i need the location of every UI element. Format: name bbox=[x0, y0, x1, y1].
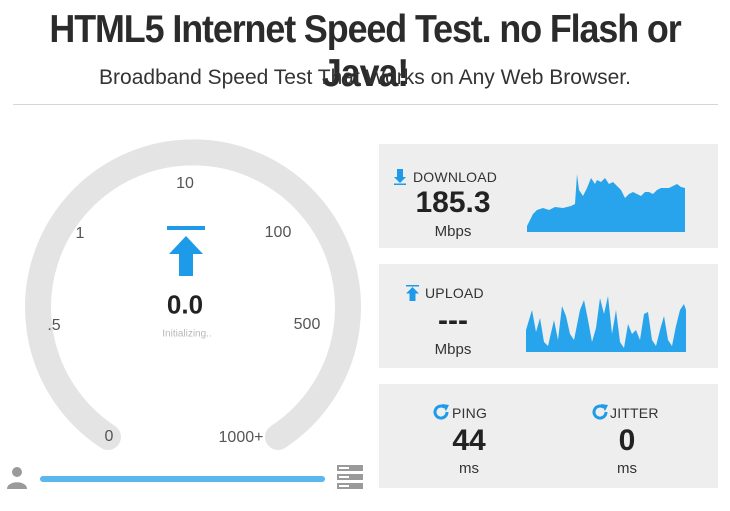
refresh-icon bbox=[592, 404, 608, 420]
ping-value: 44 bbox=[452, 424, 486, 457]
server-icon bbox=[337, 465, 363, 489]
upload-unit: Mbps bbox=[434, 341, 472, 358]
ping-unit: ms bbox=[459, 460, 479, 477]
upload-value: --- bbox=[438, 304, 468, 337]
refresh-icon bbox=[433, 404, 449, 420]
ping-label: PING bbox=[452, 405, 488, 421]
jitter-value: 0 bbox=[618, 424, 636, 457]
gauge-label-100: 100 bbox=[264, 224, 292, 241]
gauge-pointer-bar bbox=[167, 226, 205, 230]
gauge-label-500: 500 bbox=[293, 316, 321, 333]
test-progress-bar bbox=[40, 476, 325, 482]
download-panel: DOWNLOAD 185.3 Mbps bbox=[379, 144, 718, 248]
gauge-label-1000: 1000+ bbox=[218, 429, 264, 446]
gauge-value: 0.0 bbox=[166, 289, 204, 320]
download-value: 185.3 bbox=[415, 186, 491, 219]
download-arrow-icon bbox=[394, 169, 406, 185]
upload-panel: UPLOAD --- Mbps bbox=[379, 264, 718, 368]
arrow-up-icon bbox=[169, 236, 203, 276]
jitter-label: JITTER bbox=[610, 405, 659, 421]
upload-arrow-icon bbox=[406, 285, 419, 301]
jitter-unit: ms bbox=[617, 460, 637, 477]
upload-label: UPLOAD bbox=[425, 285, 484, 301]
gauge-label-1: 1 bbox=[75, 225, 85, 242]
gauge-status: Initializing.. bbox=[162, 328, 212, 340]
gauge-label-10: 10 bbox=[176, 175, 194, 192]
test-progress-fill bbox=[40, 476, 325, 482]
speed-gauge: 0 .5 1 10 100 500 1000+ 0.0 Initializing… bbox=[0, 130, 370, 510]
user-icon bbox=[7, 467, 27, 489]
upload-speed-graph bbox=[526, 296, 686, 352]
gauge-label-0: 0 bbox=[104, 428, 114, 445]
page-subtitle: Broadband Speed Test That Works on Any W… bbox=[99, 66, 631, 89]
ping-jitter-panel: PING 44 ms JITTER 0 ms bbox=[379, 384, 718, 488]
download-speed-graph bbox=[527, 174, 685, 232]
header-divider bbox=[13, 104, 718, 105]
download-label: DOWNLOAD bbox=[413, 169, 498, 185]
download-unit: Mbps bbox=[434, 223, 472, 240]
gauge-label-0-5: .5 bbox=[47, 317, 61, 334]
